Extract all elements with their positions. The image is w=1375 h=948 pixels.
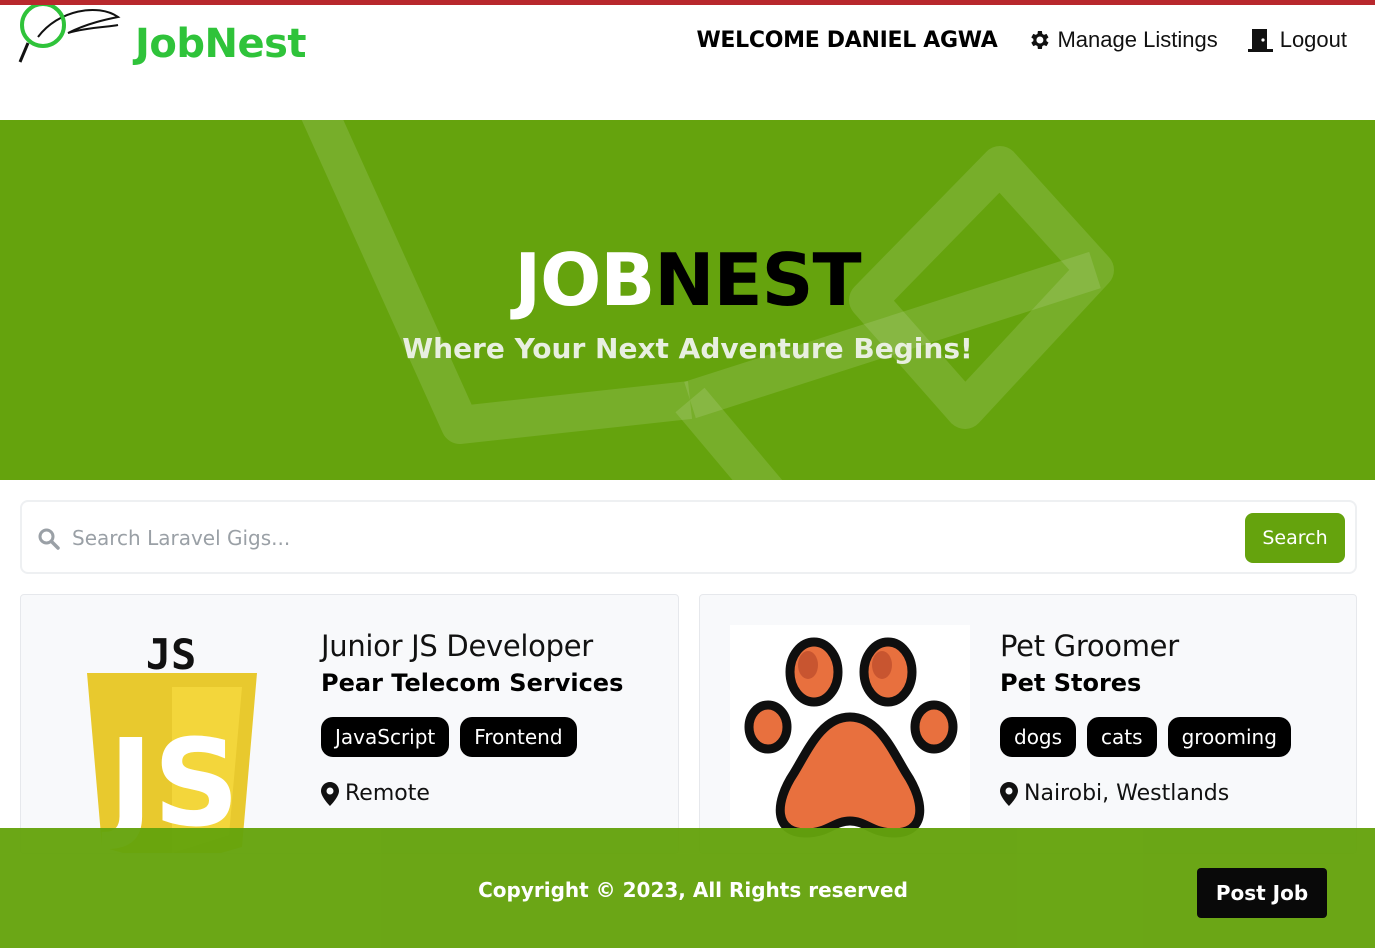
js-logo-icon: JS JS [87, 630, 257, 853]
svg-text:JS: JS [146, 630, 197, 679]
paw-logo-icon [730, 625, 970, 853]
hero-subtitle: Where Your Next Adventure Begins! [402, 332, 973, 365]
tag[interactable]: dogs [1000, 717, 1077, 757]
map-pin-icon [321, 781, 339, 806]
listing-card[interactable]: JS JS Junior JS Developer Pear Telecom S… [20, 594, 679, 854]
listing-company: Pear Telecom Services [321, 669, 624, 697]
listing-title[interactable]: Pet Groomer [1000, 629, 1302, 663]
map-pin-icon [1000, 781, 1018, 806]
listing-company: Pet Stores [1000, 669, 1142, 697]
listing-card[interactable]: Pet Groomer Pet Stores dogs cats groomin… [699, 594, 1357, 854]
tag[interactable]: cats [1087, 717, 1157, 757]
hero-title-part1: JOB [514, 238, 655, 322]
footer: Copyright © 2023, All Rights reserved Po… [0, 828, 1375, 948]
manage-listings-link[interactable]: Manage Listings [1027, 27, 1218, 53]
copyright-text: Copyright © 2023, All Rights reserved [478, 878, 908, 902]
gear-icon [1031, 31, 1049, 49]
hero-title-part2: NEST [654, 238, 861, 322]
search-form: Search [20, 500, 1357, 574]
welcome-text: WELCOME DANIEL AGWA [696, 27, 998, 53]
hero-banner: JOBNEST Where Your Next Adventure Begins… [0, 120, 1375, 480]
listing-body: Junior JS Developer Pear Telecom Service… [321, 629, 623, 806]
tag[interactable]: Frontend [460, 717, 577, 757]
nav-right: WELCOME DANIEL AGWA Manage Listings Logo… [696, 27, 1347, 53]
tag-list: JavaScript Frontend [321, 717, 623, 757]
tag[interactable]: grooming [1167, 717, 1291, 757]
logout-link[interactable]: Logout [1247, 27, 1347, 53]
tag[interactable]: JavaScript [321, 717, 450, 757]
door-icon [1247, 29, 1273, 52]
post-job-button[interactable]: Post Job [1197, 868, 1327, 918]
location-text: Nairobi, Westlands [1024, 781, 1230, 806]
manage-listings-label: Manage Listings [1057, 27, 1218, 52]
listing-title[interactable]: Junior JS Developer [321, 629, 623, 663]
search-icon [38, 528, 60, 550]
location-text: Remote [345, 781, 430, 806]
search-input[interactable] [72, 514, 1232, 562]
logo-icon[interactable] [18, 5, 123, 67]
hero-title: JOBNEST [0, 238, 1375, 322]
logout-label: Logout [1279, 27, 1347, 52]
tag-list: dogs cats grooming [1000, 717, 1302, 757]
listing-body: Pet Groomer Pet Stores dogs cats groomin… [1000, 629, 1302, 806]
listing-location: Nairobi, Westlands [1000, 781, 1302, 806]
navbar: JobNest WELCOME DANIEL AGWA Manage Listi… [0, 5, 1375, 120]
listing-location: Remote [321, 781, 623, 806]
brand-name[interactable]: JobNest [135, 21, 307, 67]
search-button[interactable]: Search [1245, 513, 1345, 563]
